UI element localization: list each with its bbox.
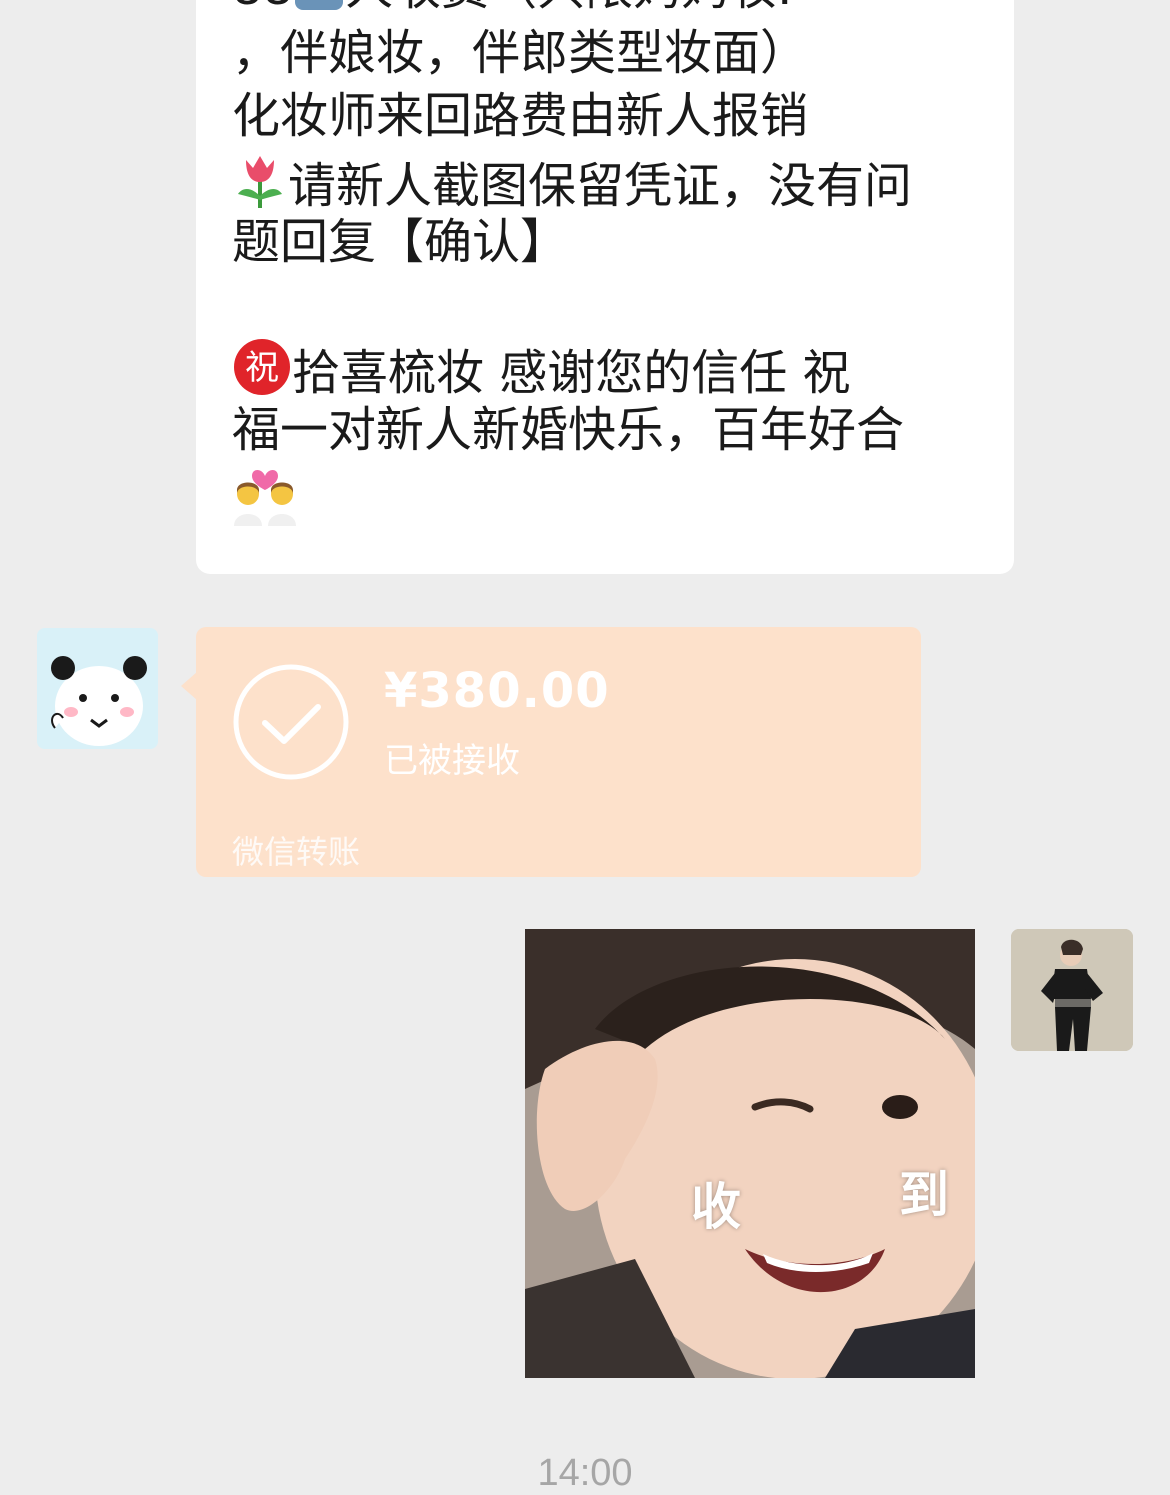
transfer-bubble-tail — [181, 672, 197, 700]
message-line-4-text: 请新人截图保留凭证，没有问 — [288, 158, 913, 214]
user-avatar[interactable] — [1011, 929, 1133, 1051]
message-line-8 — [232, 464, 298, 540]
contact-avatar[interactable] — [37, 628, 158, 749]
panda-sticker-icon — [37, 628, 158, 749]
message-line-5: 题回复【确认】 — [232, 214, 569, 270]
keycap-digit: 1 — [309, 0, 329, 8]
message-line-3: 化妆师来回路费由新人报销 — [232, 88, 809, 144]
message-line-6-text: 拾喜梳妆 感谢您的信任 祝 — [292, 345, 851, 401]
sticker-image[interactable]: 收 到 — [525, 929, 975, 1378]
message-timestamp: 14:00 — [537, 1452, 633, 1494]
price-text: 88 — [232, 0, 293, 16]
check-circle-icon — [233, 664, 349, 780]
photo-caption-right: 到 — [899, 1166, 949, 1224]
toddler-photo-icon — [525, 929, 975, 1378]
transfer-card[interactable]: ¥380.00 已被接收 微信转账 — [196, 627, 921, 877]
message-line-7: 福一对新人新婚快乐，百年好合 — [232, 402, 905, 458]
transfer-source-label: 微信转账 — [232, 833, 361, 871]
blessing-char: 祝 — [245, 348, 279, 388]
transfer-status: 已被接收 — [384, 741, 520, 781]
couple-with-heart-icon — [232, 464, 298, 540]
incoming-text-bubble[interactable]: 881人收费（只限妈妈妆. ，伴娘妆，伴郎类型妆面） 化妆师来回路费由新人报销 … — [196, 0, 1014, 574]
transfer-amount: ¥380.00 — [384, 663, 610, 719]
message-line-2: ，伴娘妆，伴郎类型妆面） — [232, 25, 809, 81]
photo-caption-left: 收 — [691, 1178, 741, 1236]
message-line-1-rest: 人收费（只限妈妈妆. — [345, 0, 792, 16]
person-photo-icon — [1011, 929, 1133, 1051]
